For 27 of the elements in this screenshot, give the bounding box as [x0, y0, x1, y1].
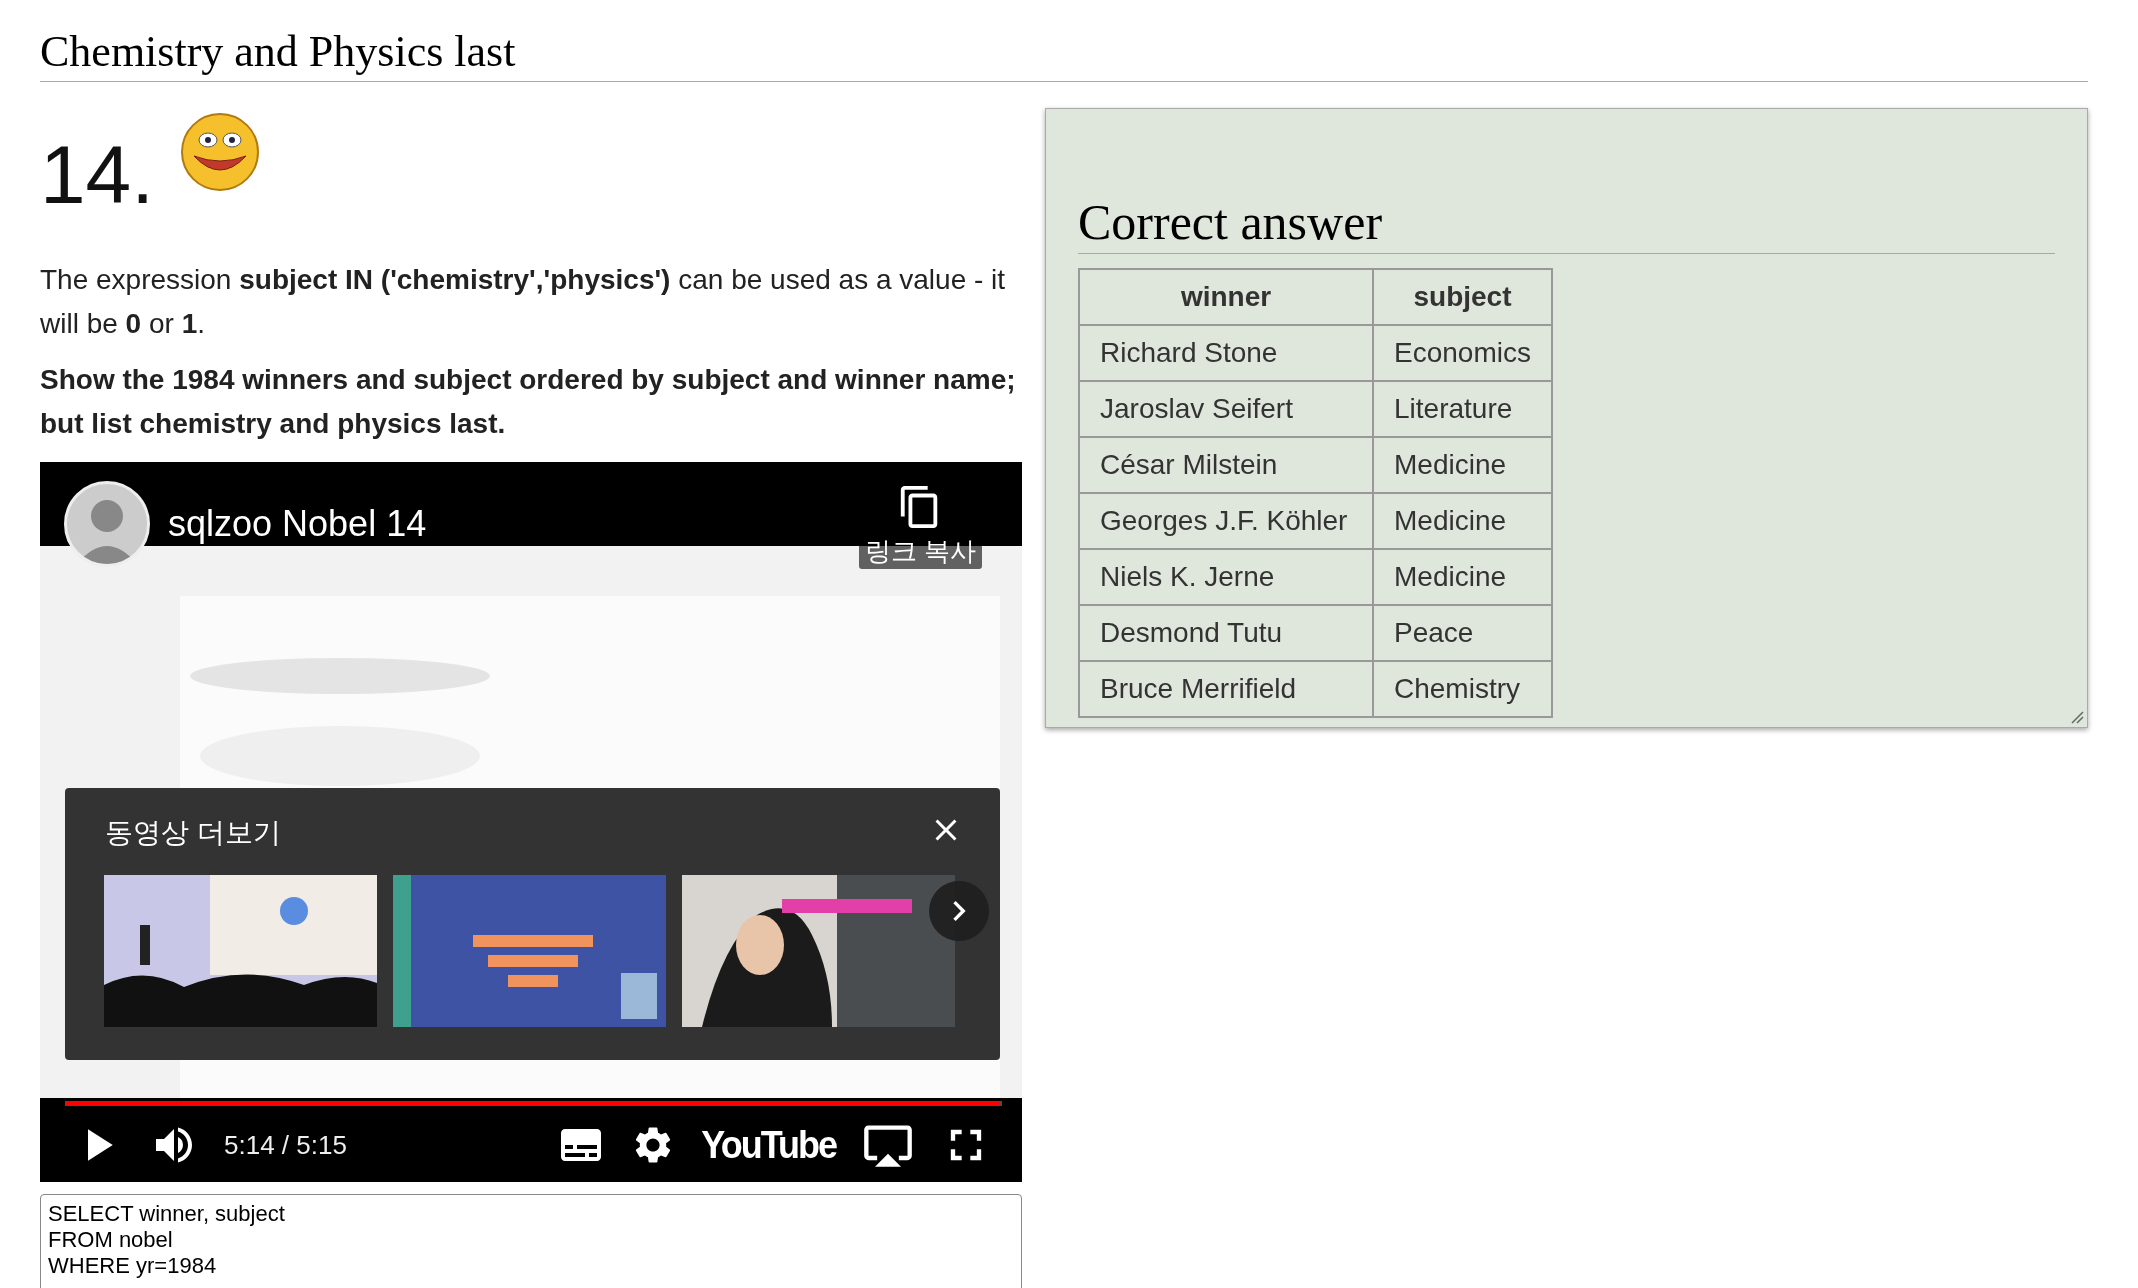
video-title[interactable]: sqlzoo Nobel 14 — [168, 503, 427, 545]
table-cell: Peace — [1373, 605, 1552, 661]
smiley-icon — [178, 112, 262, 192]
table-cell: Medicine — [1373, 493, 1552, 549]
table-cell: Medicine — [1373, 549, 1552, 605]
column-header: subject — [1373, 269, 1552, 325]
table-cell: César Milstein — [1079, 437, 1373, 493]
table-cell: Economics — [1373, 325, 1552, 381]
answer-title: Correct answer — [1078, 193, 2055, 254]
page-title: Chemistry and Physics last — [40, 0, 2088, 82]
task-text: Show the 1984 winners and subject ordered by subject and winner name; but list chemistry and physics last. — [40, 363, 1017, 441]
resize-handle[interactable] — [2070, 710, 2084, 724]
question-number: 14. — [40, 134, 154, 216]
table-cell: Niels K. Jerne — [1079, 549, 1373, 605]
table-cell: Georges J.F. Köhler — [1079, 493, 1373, 549]
table-cell: Literature — [1373, 381, 1552, 437]
table-cell: Jaroslav Seifert — [1079, 381, 1373, 437]
sql-editor[interactable]: SELECT winner, subject FROM nobel WHERE yr=1984 — [40, 1194, 1022, 1288]
table-cell: Medicine — [1373, 437, 1552, 493]
table-cell: Bruce Merrifield — [1079, 661, 1373, 717]
table-cell: Richard Stone — [1079, 325, 1373, 381]
column-header: winner — [1079, 269, 1373, 325]
table-cell: Desmond Tutu — [1079, 605, 1373, 661]
table-cell: Chemistry — [1373, 661, 1552, 717]
question-text: The expression subject IN ('chemistry','physics') can be used as a value - it will be 0 or 1. — [40, 263, 1007, 341]
youtube-logo[interactable]: YouTube — [701, 1121, 836, 1169]
video-time: 5:14 / 5:15 — [224, 1129, 347, 1161]
